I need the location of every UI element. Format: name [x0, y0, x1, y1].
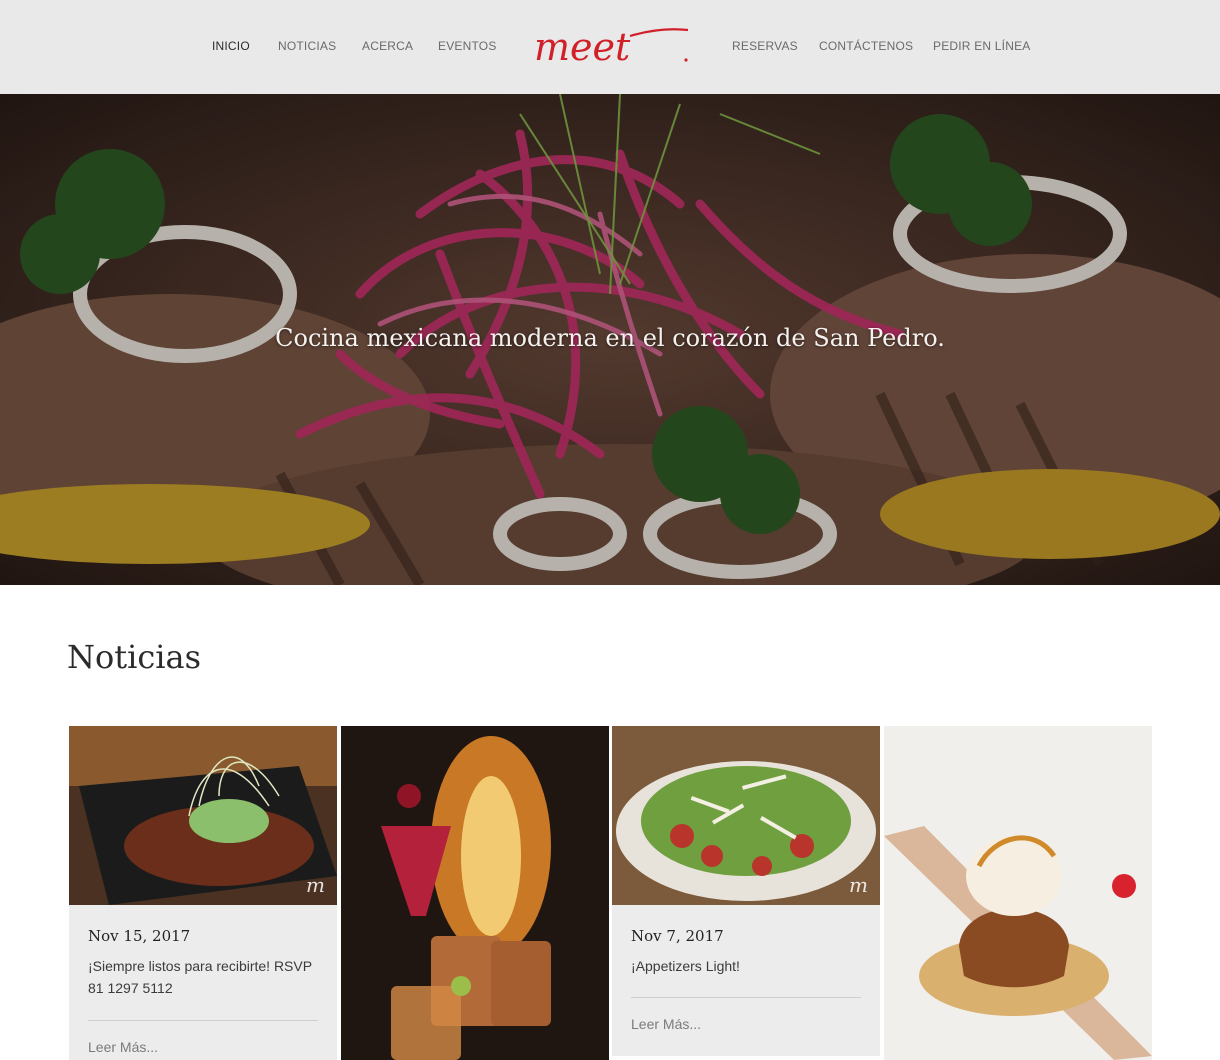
read-more-link[interactable]: Leer Más...: [631, 1016, 861, 1032]
news-card-image-tile[interactable]: [884, 726, 1152, 1060]
nav-eventos[interactable]: EVENTOS: [438, 39, 497, 53]
nav-acerca[interactable]: ACERCA: [362, 39, 413, 53]
news-date: Nov 15, 2017: [88, 927, 191, 945]
dessert-photo-icon: [884, 726, 1152, 1060]
meet-logo-icon: meet: [534, 25, 689, 69]
news-section-title: Noticias: [67, 638, 202, 676]
news-card-image-tile[interactable]: [341, 726, 609, 1060]
nav-contactenos[interactable]: CONTÁCTENOS: [819, 39, 913, 53]
news-card-image[interactable]: m: [69, 726, 337, 905]
nav-noticias[interactable]: NOTICIAS: [278, 39, 336, 53]
hero-tagline: Cocina mexicana moderna en el corazón de…: [275, 324, 945, 352]
news-date: Nov 7, 2017: [631, 927, 724, 945]
news-card-image[interactable]: m: [612, 726, 880, 905]
watermark-logo: m: [849, 873, 868, 897]
nav-pedir-en-linea[interactable]: PEDIR EN LÍNEA: [933, 39, 1031, 53]
divider: [88, 1020, 318, 1021]
logo-text: meet: [534, 25, 631, 69]
news-card[interactable]: m Nov 15, 2017 ¡Siempre listos para reci…: [69, 726, 337, 1060]
site-header: INICIO NOTICIAS ACERCA EVENTOS meet RESE…: [0, 0, 1220, 94]
salad-photo-icon: [612, 726, 880, 905]
nav-reservas[interactable]: RESERVAS: [732, 39, 798, 53]
divider: [631, 997, 861, 998]
news-card[interactable]: m Nov 7, 2017 ¡Appetizers Light! Leer Má…: [612, 726, 880, 1056]
cocktail-photo-icon: [341, 726, 609, 1060]
food-photo-icon: [69, 726, 337, 905]
site-logo[interactable]: meet: [530, 24, 692, 70]
read-more-link[interactable]: Leer Más...: [88, 1039, 318, 1055]
news-excerpt: ¡Siempre listos para recibirte! RSVP 81 …: [88, 958, 312, 996]
news-excerpt: ¡Appetizers Light!: [631, 958, 740, 974]
nav-inicio[interactable]: INICIO: [212, 39, 250, 53]
hero-banner: Cocina mexicana moderna en el corazón de…: [0, 94, 1220, 585]
watermark-logo: m: [306, 873, 325, 897]
